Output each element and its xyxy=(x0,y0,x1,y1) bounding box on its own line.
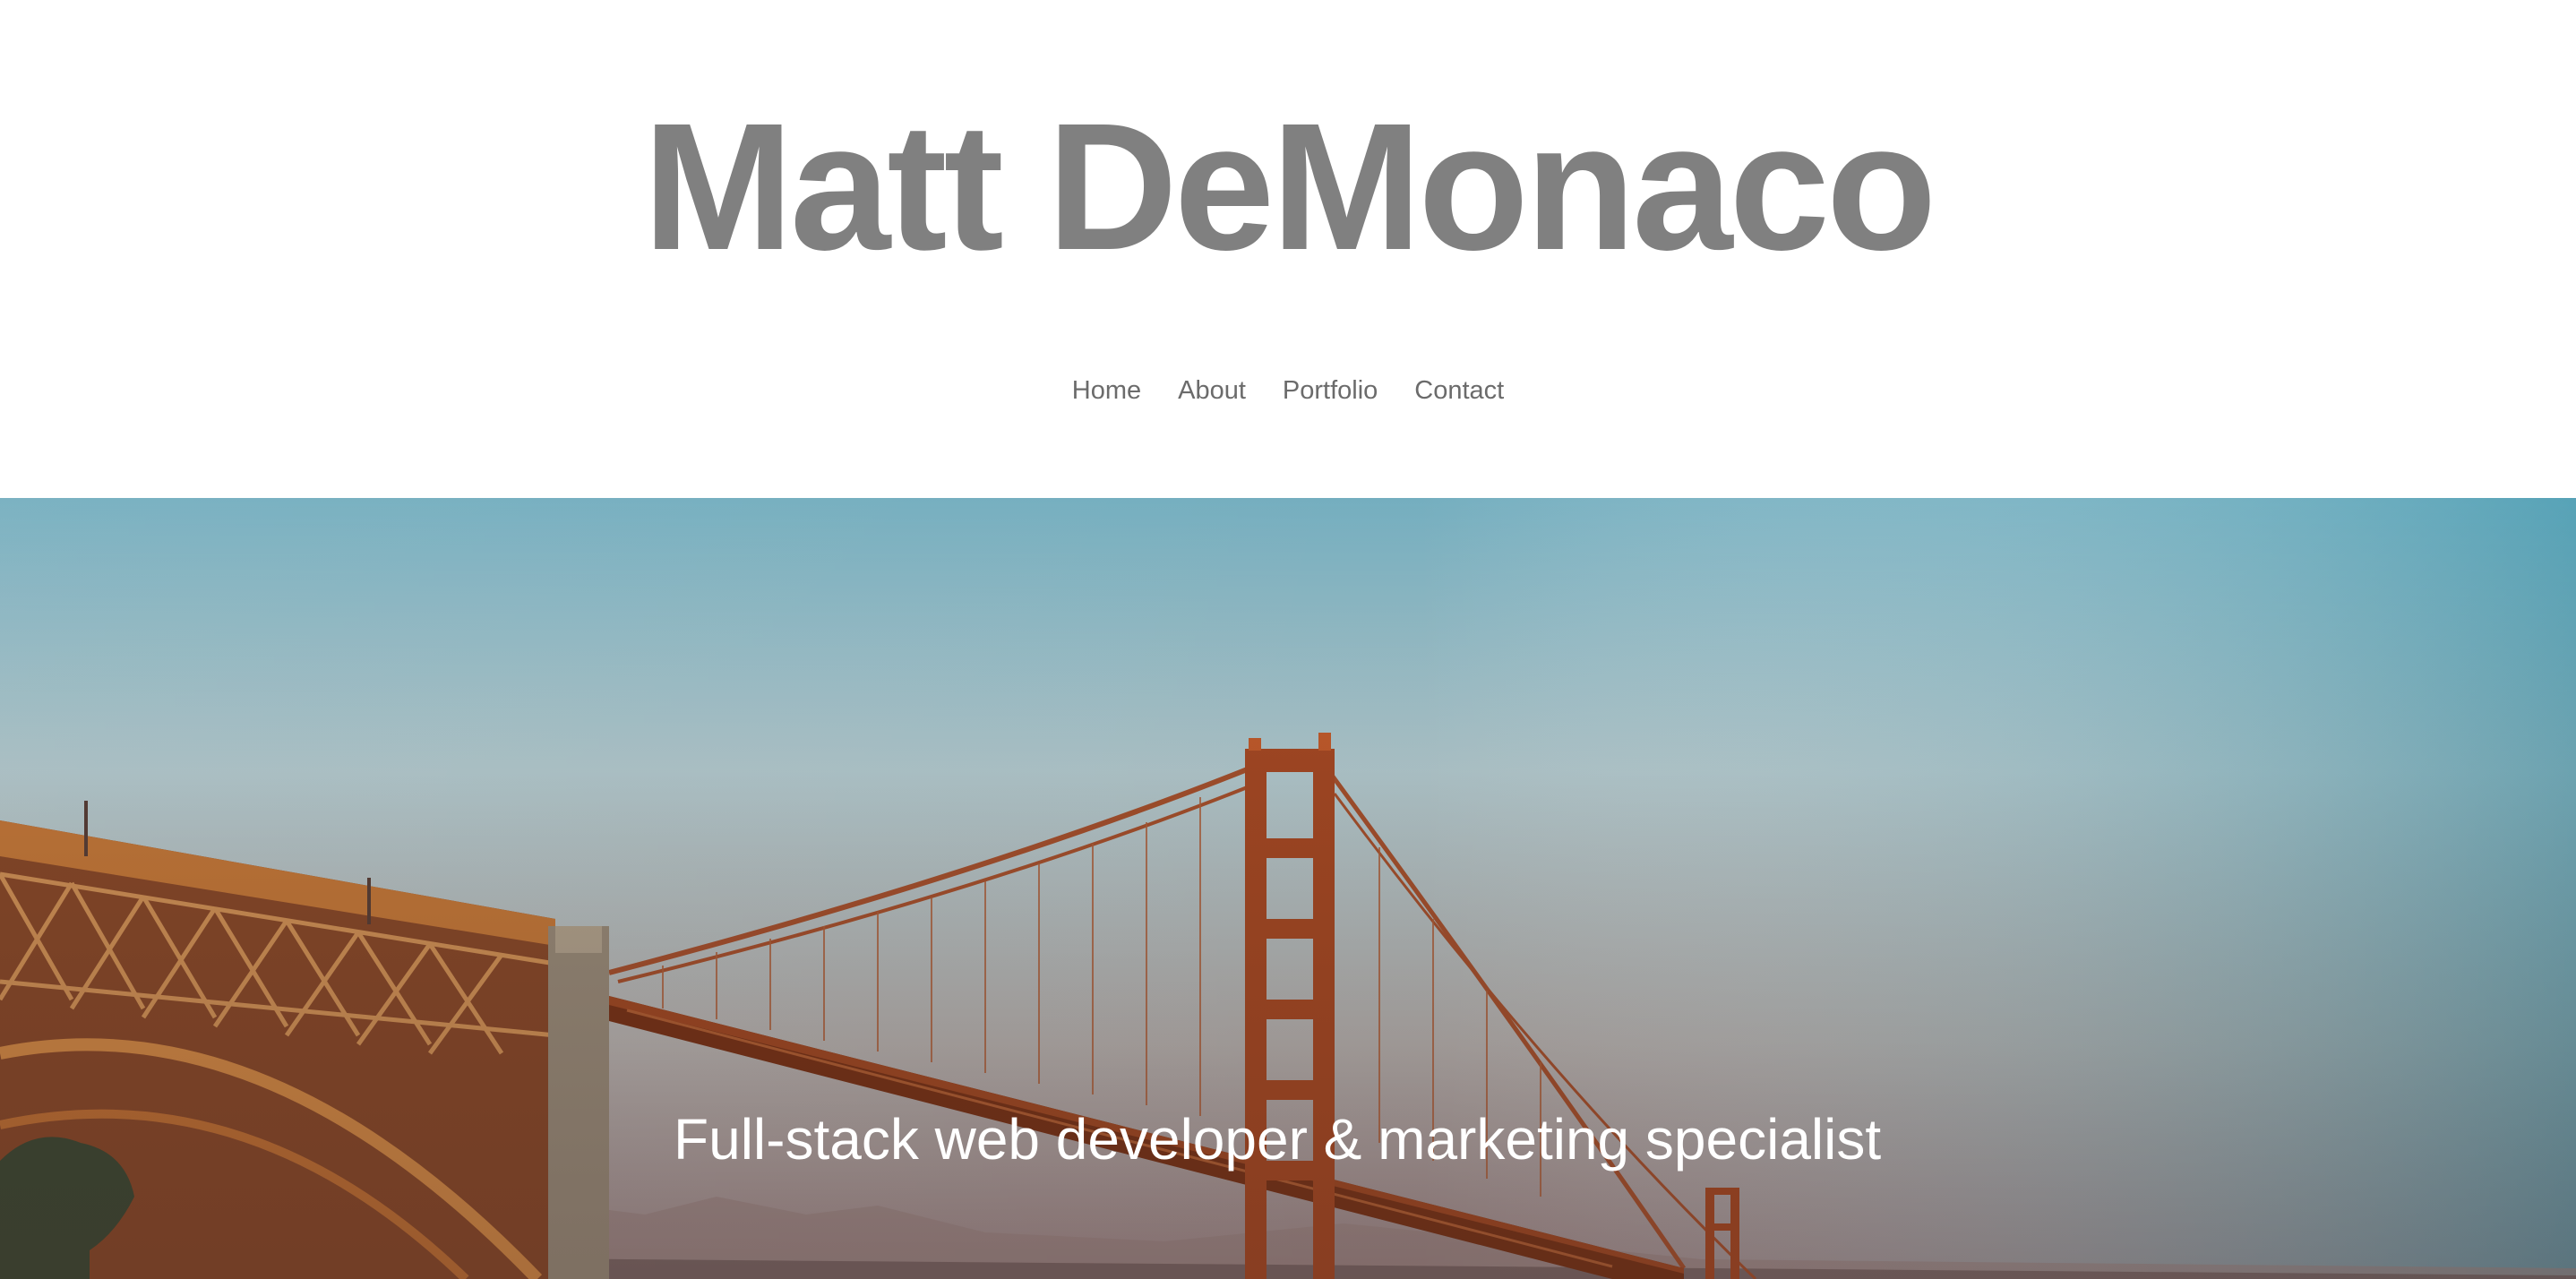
nav-link-home[interactable]: Home xyxy=(1072,373,1141,408)
nav-link-portfolio[interactable]: Portfolio xyxy=(1283,373,1378,408)
site-title-link[interactable]: Matt DeMonaco xyxy=(0,96,2576,277)
nav-link-contact[interactable]: Contact xyxy=(1414,373,1504,408)
nav-link-about[interactable]: About xyxy=(1178,373,1246,408)
site-header: Matt DeMonaco Home About Portfolio Conta… xyxy=(0,0,2576,498)
main-navigation: Home About Portfolio Contact xyxy=(0,373,2576,408)
hero-tagline: Full-stack web developer & marketing spe… xyxy=(674,1107,1882,1172)
hero-banner: Full-stack web developer & marketing spe… xyxy=(0,498,2576,1279)
